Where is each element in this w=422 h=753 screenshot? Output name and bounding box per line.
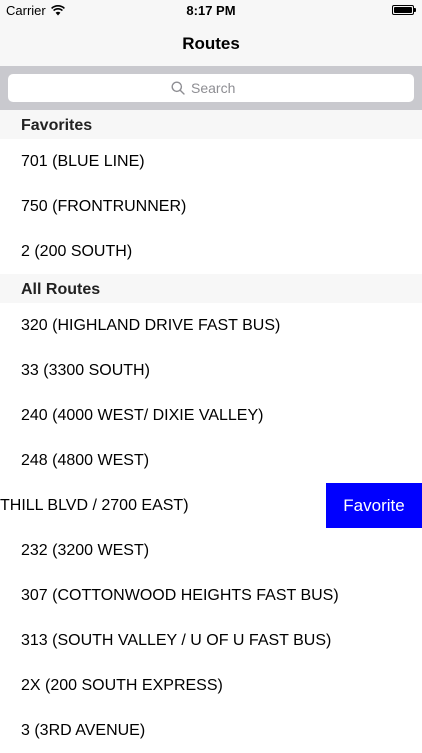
route-label: 33 (3300 SOUTH) [21,362,150,379]
list-item[interactable]: 750 (FRONTRUNNER) [0,184,422,229]
battery-icon [392,5,416,15]
section-header-favorites: Favorites [0,110,422,139]
list-item[interactable]: 320 (HIGHLAND DRIVE FAST BUS) [0,303,422,348]
route-label: 240 (4000 WEST/ DIXIE VALLEY) [21,407,264,424]
routes-list: Favorites 701 (BLUE LINE) 750 (FRONTRUNN… [0,110,422,753]
route-label: 2 (200 SOUTH) [21,243,133,260]
route-label: 307 (COTTONWOOD HEIGHTS FAST BUS) [21,587,339,604]
list-item[interactable]: 313 (SOUTH VALLEY / U OF U FAST BUS) [0,618,422,663]
status-bar: Carrier 8:17 PM [0,0,422,22]
list-item[interactable]: 3 (3RD AVENUE) [0,708,422,753]
page-title: Routes [182,34,240,53]
navigation-bar: Routes [0,22,422,66]
list-item[interactable]: 2X (200 SOUTH EXPRESS) [0,663,422,708]
section-header-all-routes: All Routes [0,274,422,303]
route-label: 3 (3RD AVENUE) [21,722,146,739]
swiped-list-item[interactable]: THILL BLVD / 2700 EAST) Favorite [0,483,422,528]
list-item[interactable]: 701 (BLUE LINE) [0,139,422,184]
search-input[interactable] [191,80,251,96]
list-item[interactable]: 33 (3300 SOUTH) [0,348,422,393]
search-bar [0,66,422,110]
status-time: 8:17 PM [186,3,236,18]
route-label: THILL BLVD / 2700 EAST) [0,497,189,514]
list-item[interactable]: 240 (4000 WEST/ DIXIE VALLEY) [0,393,422,438]
search-icon [171,81,185,95]
search-field[interactable] [8,74,414,102]
route-label: 248 (4800 WEST) [21,452,150,469]
list-item[interactable]: 307 (COTTONWOOD HEIGHTS FAST BUS) [0,573,422,618]
route-label: 320 (HIGHLAND DRIVE FAST BUS) [21,317,281,334]
route-label: 750 (FRONTRUNNER) [21,198,187,215]
route-label: 2X (200 SOUTH EXPRESS) [21,677,223,694]
favorite-button[interactable]: Favorite [326,483,422,528]
route-label: 701 (BLUE LINE) [21,153,145,170]
list-item[interactable]: 232 (3200 WEST) [0,528,422,573]
route-label: 232 (3200 WEST) [21,542,150,559]
route-label: 313 (SOUTH VALLEY / U OF U FAST BUS) [21,632,332,649]
list-item[interactable]: 2 (200 SOUTH) [0,229,422,274]
list-item[interactable]: 248 (4800 WEST) [0,438,422,483]
